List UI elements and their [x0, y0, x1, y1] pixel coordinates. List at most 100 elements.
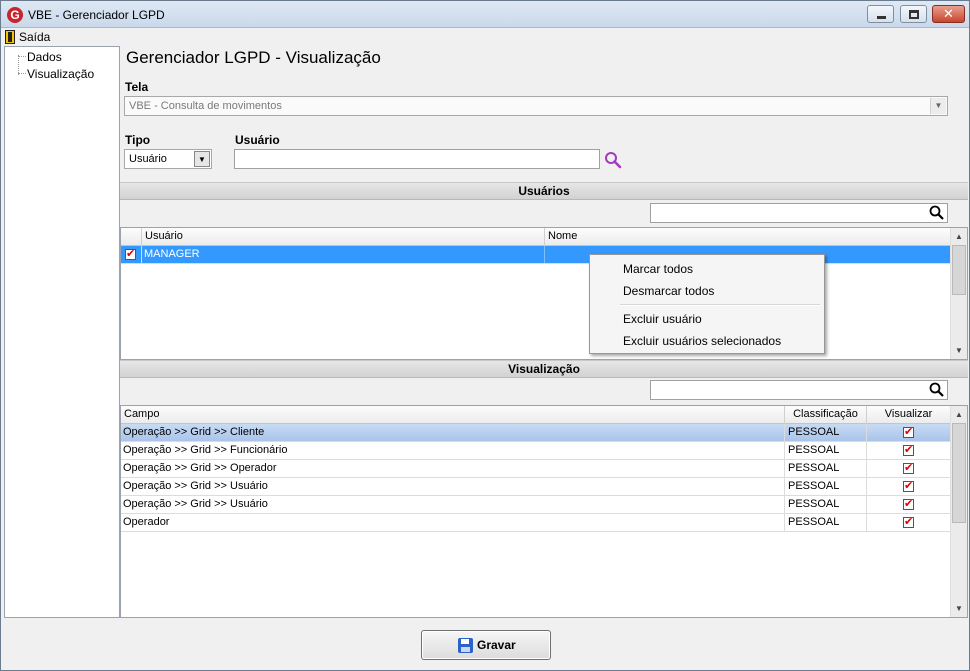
checkbox-checked-icon[interactable]	[903, 443, 914, 457]
cell-campo: Operador	[121, 514, 785, 531]
view-grid-header: Campo Classificação Visualizar	[121, 406, 950, 424]
tela-select-value: VBE - Consulta de movimentos	[129, 100, 282, 112]
menu-bar: Saída	[1, 28, 969, 46]
window-title: VBE - Gerenciador LGPD	[28, 8, 165, 22]
view-grid: Campo Classificação Visualizar Operação …	[120, 405, 968, 618]
maximize-button[interactable]	[900, 5, 927, 23]
tree-connector	[18, 56, 26, 57]
table-row[interactable]: Operação >> Grid >> Cliente PESSOAL	[121, 424, 950, 442]
column-header-classificacao[interactable]: Classificação	[785, 406, 867, 424]
navigation-tree: Dados Visualização	[4, 46, 120, 618]
main-window: G VBE - Gerenciador LGPD ✕ Saída Dados V…	[0, 0, 970, 671]
checkbox-checked-icon[interactable]	[903, 479, 914, 493]
users-filter-input[interactable]	[650, 203, 948, 223]
cell-classificacao: PESSOAL	[785, 478, 867, 495]
context-menu-separator	[620, 304, 820, 306]
checkbox-checked-icon[interactable]	[903, 497, 914, 511]
usuario-search-button[interactable]	[604, 151, 622, 169]
cell-campo: Operação >> Grid >> Operador	[121, 460, 785, 477]
context-menu: Marcar todos Desmarcar todos Excluir usu…	[589, 254, 825, 354]
table-row[interactable]: Operação >> Grid >> Usuário PESSOAL	[121, 478, 950, 496]
table-row[interactable]: MANAGER	[121, 246, 950, 264]
cell-visualizar[interactable]	[867, 460, 950, 477]
table-row[interactable]: Operação >> Grid >> Operador PESSOAL	[121, 460, 950, 478]
scroll-up-icon[interactable]: ▲	[951, 228, 967, 245]
table-row[interactable]: Operação >> Grid >> Usuário PESSOAL	[121, 496, 950, 514]
view-section-header: Visualização	[120, 360, 968, 378]
checkbox-checked-icon[interactable]	[125, 247, 136, 261]
app-logo-icon: G	[7, 7, 23, 23]
cell-campo: Operação >> Grid >> Cliente	[121, 424, 785, 441]
users-grid-header: Usuário Nome	[121, 228, 950, 246]
context-item-excluir-selecionados[interactable]: Excluir usuários selecionados	[623, 334, 781, 348]
scroll-up-icon[interactable]: ▲	[951, 406, 967, 423]
save-button[interactable]: Gravar	[421, 630, 551, 660]
tipo-select-value: Usuário	[129, 153, 167, 165]
cell-visualizar[interactable]	[867, 478, 950, 495]
checkbox-checked-icon[interactable]	[903, 515, 914, 529]
tree-item-visualizacao[interactable]: Visualização	[27, 67, 94, 81]
scroll-down-icon[interactable]: ▼	[951, 342, 967, 359]
exit-door-icon	[5, 30, 15, 44]
cell-classificacao: PESSOAL	[785, 442, 867, 459]
scroll-thumb[interactable]	[952, 245, 966, 295]
column-header-nome[interactable]: Nome	[545, 228, 950, 246]
close-icon: ✕	[943, 6, 954, 21]
maximize-icon	[909, 10, 919, 19]
context-item-marcar-todos[interactable]: Marcar todos	[623, 262, 693, 276]
minimize-icon	[877, 16, 886, 19]
cell-visualizar[interactable]	[867, 496, 950, 513]
users-grid: Usuário Nome MANAGER ▲ ▼	[120, 227, 968, 360]
usuario-label: Usuário	[235, 133, 280, 147]
tree-connector	[18, 55, 19, 75]
cell-campo: Operação >> Grid >> Usuário	[121, 496, 785, 513]
checkbox-checked-icon[interactable]	[903, 425, 914, 439]
cell-classificacao: PESSOAL	[785, 496, 867, 513]
cell-campo: Operação >> Grid >> Usuário	[121, 478, 785, 495]
view-filter-input[interactable]	[650, 380, 948, 400]
save-button-label: Gravar	[477, 638, 516, 652]
context-item-excluir-usuario[interactable]: Excluir usuário	[623, 312, 702, 326]
checkbox-checked-icon[interactable]	[903, 461, 914, 475]
cell-visualizar[interactable]	[867, 442, 950, 459]
scroll-thumb[interactable]	[952, 423, 966, 523]
context-item-desmarcar-todos[interactable]: Desmarcar todos	[623, 284, 714, 298]
tela-select[interactable]: VBE - Consulta de movimentos ▼	[124, 96, 948, 116]
view-grid-scrollbar[interactable]: ▲ ▼	[950, 406, 967, 617]
users-grid-scrollbar[interactable]: ▲ ▼	[950, 228, 967, 359]
cell-classificacao: PESSOAL	[785, 460, 867, 477]
menu-exit-label: Saída	[19, 30, 51, 44]
cell-usuario: MANAGER	[142, 246, 545, 263]
title-bar: G VBE - Gerenciador LGPD ✕	[1, 1, 969, 28]
column-header-visualizar[interactable]: Visualizar	[867, 406, 950, 424]
search-icon	[929, 382, 944, 397]
users-section-header: Usuários	[120, 182, 968, 200]
cell-visualizar[interactable]	[867, 424, 950, 441]
column-header-usuario[interactable]: Usuário	[142, 228, 545, 246]
scroll-down-icon[interactable]: ▼	[951, 600, 967, 617]
search-icon	[929, 205, 944, 220]
table-row[interactable]: Operador PESSOAL	[121, 514, 950, 532]
floppy-disk-icon	[458, 638, 473, 653]
cell-classificacao: PESSOAL	[785, 514, 867, 531]
tipo-label: Tipo	[125, 133, 151, 147]
page-title: Gerenciador LGPD - Visualização	[126, 48, 381, 67]
usuario-input[interactable]	[234, 149, 600, 169]
minimize-button[interactable]	[867, 5, 894, 23]
cell-classificacao: PESSOAL	[785, 424, 867, 441]
table-row[interactable]: Operação >> Grid >> Funcionário PESSOAL	[121, 442, 950, 460]
chevron-down-icon: ▼	[930, 98, 946, 114]
column-header-campo[interactable]: Campo	[121, 406, 785, 424]
cell-campo: Operação >> Grid >> Funcionário	[121, 442, 785, 459]
users-grid-check-header	[121, 228, 142, 246]
row-checkbox-cell[interactable]	[121, 246, 142, 263]
tree-connector	[18, 73, 26, 74]
tela-label: Tela	[125, 80, 149, 94]
tipo-select[interactable]: Usuário ▼	[124, 149, 212, 169]
tree-item-dados[interactable]: Dados	[27, 50, 62, 64]
cell-visualizar[interactable]	[867, 514, 950, 531]
chevron-down-icon: ▼	[194, 151, 210, 167]
search-icon	[605, 152, 622, 169]
menu-exit[interactable]: Saída	[5, 29, 50, 45]
close-button[interactable]: ✕	[932, 5, 965, 23]
